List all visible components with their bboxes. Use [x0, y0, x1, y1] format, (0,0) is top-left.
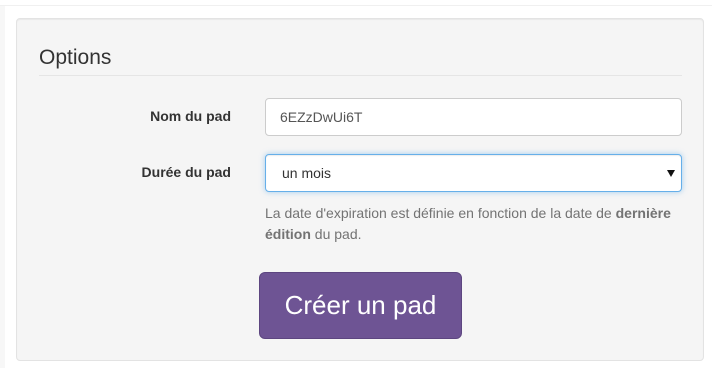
pad-name-label: Nom du pad	[150, 108, 231, 124]
pad-duration-select[interactable]: un mois	[265, 154, 682, 192]
options-panel: Options Nom du pad 6EZzDwUi6T Durée du p…	[16, 18, 704, 361]
page-left-edge	[0, 6, 5, 368]
chevron-down-icon	[667, 170, 675, 177]
pad-duration-label: Durée du pad	[141, 164, 231, 180]
help-text-end: du pad.	[310, 226, 362, 242]
help-text-start: La date d'expiration est définie en fonc…	[265, 205, 616, 221]
expiration-help-text: La date d'expiration est définie en fonc…	[265, 203, 685, 245]
pad-name-input[interactable]: 6EZzDwUi6T	[265, 98, 682, 136]
page-top-edge	[0, 0, 712, 6]
create-pad-button[interactable]: Créer un pad	[259, 272, 462, 339]
options-legend: Options	[39, 45, 682, 76]
pad-name-value: 6EZzDwUi6T	[280, 109, 363, 125]
pad-duration-selected: un mois	[282, 165, 332, 181]
